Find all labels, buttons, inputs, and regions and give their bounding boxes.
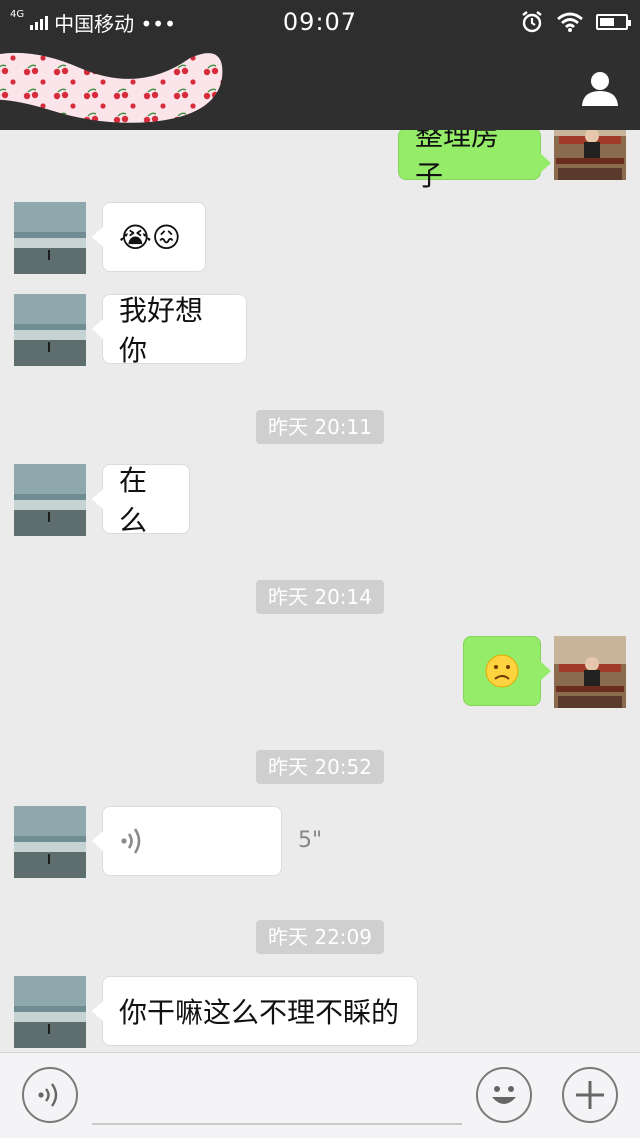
contact-avatar[interactable] (14, 806, 86, 878)
voice-message-bubble[interactable] (92, 806, 282, 876)
signal-icon (30, 14, 49, 30)
voice-duration: 5" (298, 828, 323, 853)
alarm-icon (522, 11, 542, 33)
name-cover-sticker (0, 52, 223, 123)
contact-avatar[interactable] (14, 202, 86, 274)
contact-avatar[interactable] (14, 464, 86, 536)
input-bar (0, 1052, 640, 1138)
timestamp-badge: 昨天 20:14 (256, 580, 384, 614)
message-bubble-in[interactable]: 我好想你 (92, 294, 247, 367)
frown-emoji-icon (485, 654, 519, 688)
status-left: 4G 中国移动 ••• (10, 8, 176, 37)
timestamp-badge: 昨天 20:11 (256, 410, 384, 444)
network-type: 4G (10, 8, 25, 20)
message-bubble-in[interactable]: 你干嘛这么不理不睬的 (92, 976, 418, 1046)
message-bubble-out[interactable]: ☹️ (463, 636, 551, 706)
wifi-icon (557, 12, 583, 32)
my-avatar[interactable] (554, 636, 626, 708)
timestamp-badge: 昨天 20:52 (256, 750, 384, 784)
message-bubble-in[interactable]: 在么 (92, 464, 190, 537)
profile-button[interactable] (578, 66, 622, 110)
my-avatar[interactable] (554, 130, 626, 180)
chat-header (0, 44, 640, 130)
battery-icon (596, 14, 631, 30)
carrier-name: 中国移动 ••• (54, 11, 176, 36)
contact-avatar[interactable] (14, 294, 86, 366)
message-text: 在么 (119, 464, 148, 537)
message-emoji: 😭😖 (119, 220, 181, 254)
chat-messages[interactable]: 整理房子 😭😖 我好想你 昨天 20:11 在么 昨天 20:14 昨天 20:… (0, 130, 640, 1052)
more-button[interactable] (562, 1067, 618, 1123)
person-icon (582, 72, 618, 106)
voice-input-button[interactable] (22, 1067, 78, 1123)
emoji-icon (492, 1086, 516, 1104)
plus-icon (576, 1081, 604, 1109)
message-text: 我好想你 (119, 294, 204, 367)
voice-wave-icon (121, 828, 141, 854)
voice-icon (38, 1083, 58, 1107)
status-right (520, 10, 631, 34)
emoji-button[interactable] (476, 1067, 532, 1123)
message-bubble-in[interactable]: 😭😖 (92, 202, 206, 272)
timestamp-badge: 昨天 22:09 (256, 920, 384, 954)
contact-avatar[interactable] (14, 976, 86, 1048)
input-underline (92, 1123, 462, 1125)
message-text: 整理房子 (415, 130, 500, 192)
message-bubble-out[interactable]: 整理房子 (398, 130, 551, 192)
message-text: 你干嘛这么不理不睬的 (119, 996, 400, 1029)
message-input[interactable] (92, 1071, 462, 1121)
